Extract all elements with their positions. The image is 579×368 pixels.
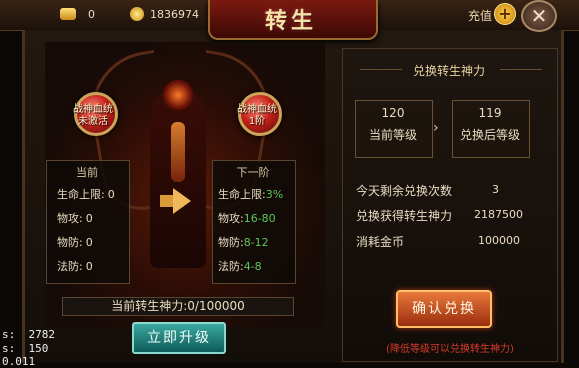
- stat-value: 16-80: [243, 212, 276, 225]
- stat-value: 0: [85, 212, 93, 225]
- arrow-right-icon: [173, 188, 191, 214]
- next-stat-row: 物攻:16-80: [218, 207, 276, 226]
- next-stats-header: 下一阶: [236, 166, 270, 179]
- debug-line-3: 0.011: [2, 355, 36, 368]
- stat-label: 生命上限:: [218, 188, 266, 201]
- current-level-label: 当前等级: [368, 128, 417, 142]
- stat-value: 0: [85, 236, 93, 249]
- current-level-value: 120: [381, 106, 405, 120]
- coin-count: 1836974: [150, 8, 199, 21]
- stat-label: 生命上限:: [57, 188, 105, 201]
- current-stat-row: 物攻: 0: [57, 207, 93, 226]
- debug-line-2: s: 150: [2, 342, 49, 355]
- after-level-value: 119: [478, 106, 502, 120]
- next-stat-row: 法防:4-8: [218, 255, 262, 274]
- stat-value: 8-12: [243, 236, 269, 249]
- stat-value: 0: [107, 188, 115, 201]
- remaining-exchanges-label: 今天剩余兑换次数: [356, 184, 453, 198]
- cost-gold-value: 100000: [478, 234, 520, 247]
- stat-label: 法防:: [218, 260, 244, 273]
- current-stat-row: 物防: 0: [57, 231, 93, 250]
- stat-value: 0: [85, 260, 93, 273]
- page-title: 转生: [264, 8, 317, 34]
- stat-label: 物攻:: [57, 212, 83, 225]
- stat-value: 4-8: [243, 260, 262, 273]
- recharge-label[interactable]: 充值: [468, 7, 492, 24]
- exchange-title: 兑换转生神力: [412, 64, 485, 78]
- power-progress-bar: 当前转生神力:0/100000: [62, 297, 294, 316]
- stat-label: 法防:: [57, 260, 83, 273]
- current-orb-label: 战神血统 未激活: [73, 104, 113, 127]
- after-level-label: 兑换后等级: [459, 128, 520, 142]
- stat-label: 物防:: [218, 236, 244, 249]
- gain-power-label: 兑换获得转生神力: [356, 209, 453, 223]
- title-divider-right: [500, 69, 542, 70]
- stat-value: 3%: [265, 188, 284, 201]
- remaining-exchanges-value: 3: [492, 183, 499, 196]
- chevron-right-icon: ›: [433, 120, 439, 136]
- stat-label: 物攻:: [218, 212, 244, 225]
- next-stat-row: 物防:8-12: [218, 231, 269, 250]
- demon-head: [163, 80, 193, 110]
- cost-gold-label: 消耗金币: [356, 235, 405, 249]
- next-orb-label: 战神血统 1阶: [237, 104, 277, 127]
- upgrade-now-button[interactable]: 立即升级: [132, 322, 226, 354]
- current-stat-row: 法防: 0: [57, 255, 93, 274]
- confirm-exchange-button[interactable]: 确认兑换: [396, 290, 492, 328]
- current-stats-header: 当前: [76, 166, 98, 179]
- ingot-count: 0: [88, 8, 95, 21]
- exchange-note: (降低等级可以兑换转生神力): [386, 344, 514, 355]
- close-icon[interactable]: ✕: [521, 0, 557, 32]
- gold-ingot-icon: [60, 8, 76, 20]
- current-stat-row: 生命上限: 0: [57, 183, 115, 202]
- stat-label: 物防:: [57, 236, 83, 249]
- debug-line-1: s: 2782: [2, 328, 55, 341]
- gain-power-value: 2187500: [474, 208, 523, 221]
- demon-core-glow: [171, 122, 185, 182]
- coin-icon: [130, 7, 144, 21]
- plus-icon[interactable]: +: [494, 3, 516, 25]
- next-stat-row: 生命上限:3%: [218, 183, 283, 202]
